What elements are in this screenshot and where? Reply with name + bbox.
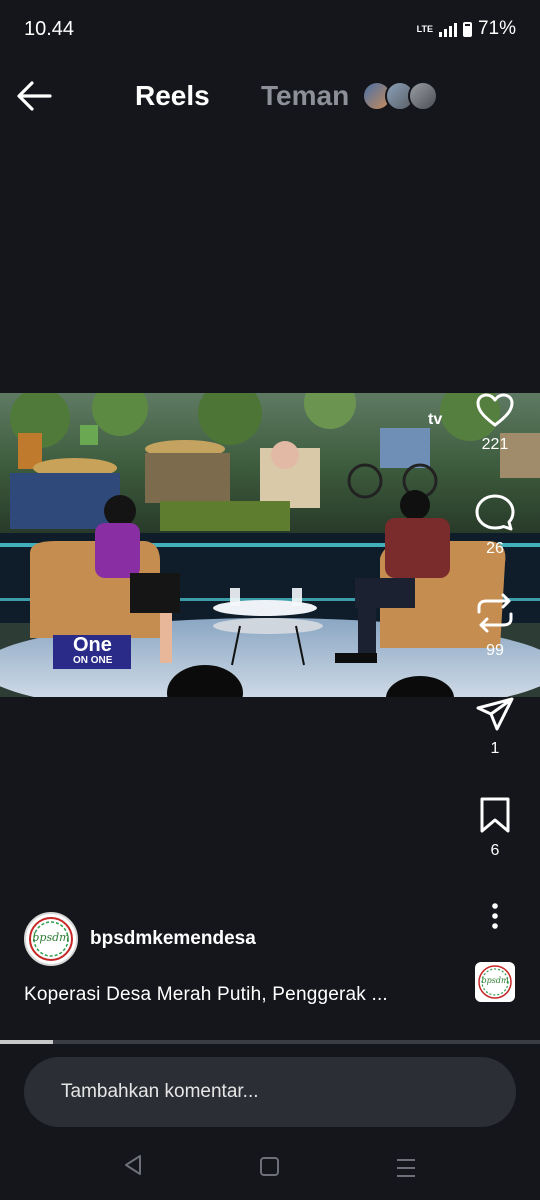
more-options-button[interactable] xyxy=(465,902,525,930)
video-progress-fill xyxy=(0,1040,53,1044)
like-button[interactable]: 221 xyxy=(465,392,525,454)
signal-icon xyxy=(438,21,457,37)
nav-recents-icon xyxy=(397,1159,415,1177)
save-count: 6 xyxy=(490,842,500,859)
more-options-icon xyxy=(492,903,498,929)
like-count: 221 xyxy=(481,436,509,453)
show-logo-top: One xyxy=(73,634,112,656)
reel-video[interactable]: One ON ONE tv xyxy=(0,393,540,697)
friend-avatar xyxy=(408,81,438,111)
nav-back-button[interactable] xyxy=(122,1152,144,1183)
lte-indicator: LTE xyxy=(416,23,433,34)
repost-icon xyxy=(477,593,513,633)
nav-home-icon xyxy=(260,1157,279,1176)
nav-recents-button[interactable] xyxy=(395,1157,417,1184)
battery-percent: 71% xyxy=(477,18,516,39)
back-arrow-icon xyxy=(17,81,52,111)
show-logo-bottom: ON ONE xyxy=(73,655,113,666)
save-button[interactable]: 6 xyxy=(465,796,525,860)
audio-thumbnail[interactable]: bpsdm xyxy=(475,962,515,1002)
share-button[interactable]: 1 xyxy=(465,696,525,758)
comment-icon xyxy=(475,494,515,531)
comment-count: 26 xyxy=(486,540,504,557)
share-count: 1 xyxy=(490,740,500,757)
battery-icon xyxy=(462,21,472,37)
status-time: 10.44 xyxy=(24,18,75,40)
repost-count: 99 xyxy=(486,642,504,659)
nav-home-button[interactable] xyxy=(259,1156,281,1183)
repost-button[interactable]: 99 xyxy=(465,592,525,660)
author-name[interactable]: bpsdmkemendesa xyxy=(90,928,256,950)
share-icon xyxy=(476,697,514,731)
nav-back-icon xyxy=(125,1155,141,1175)
status-icons: LTE 71% xyxy=(417,18,516,40)
channel-logo: tv xyxy=(428,411,443,428)
heart-icon xyxy=(476,393,514,427)
friend-avatars[interactable] xyxy=(362,81,442,113)
post-caption[interactable]: Koperasi Desa Merah Putih, Penggerak ... xyxy=(24,984,388,1006)
bookmark-icon xyxy=(480,797,510,833)
comment-input[interactable]: Tambahkan komentar... xyxy=(24,1057,516,1127)
author-avatar-logo-text: bpsdm xyxy=(32,931,70,944)
comment-placeholder: Tambahkan komentar... xyxy=(61,1081,259,1102)
comment-button[interactable]: 26 xyxy=(465,494,525,558)
tab-teman[interactable]: Teman xyxy=(261,80,349,112)
tab-reels[interactable]: Reels xyxy=(135,80,210,112)
audio-thumb-logo-text: bpsdm xyxy=(481,976,509,985)
video-progress-track[interactable] xyxy=(0,1040,540,1044)
author-avatar[interactable]: bpsdm xyxy=(24,912,78,966)
back-button[interactable] xyxy=(14,78,58,116)
